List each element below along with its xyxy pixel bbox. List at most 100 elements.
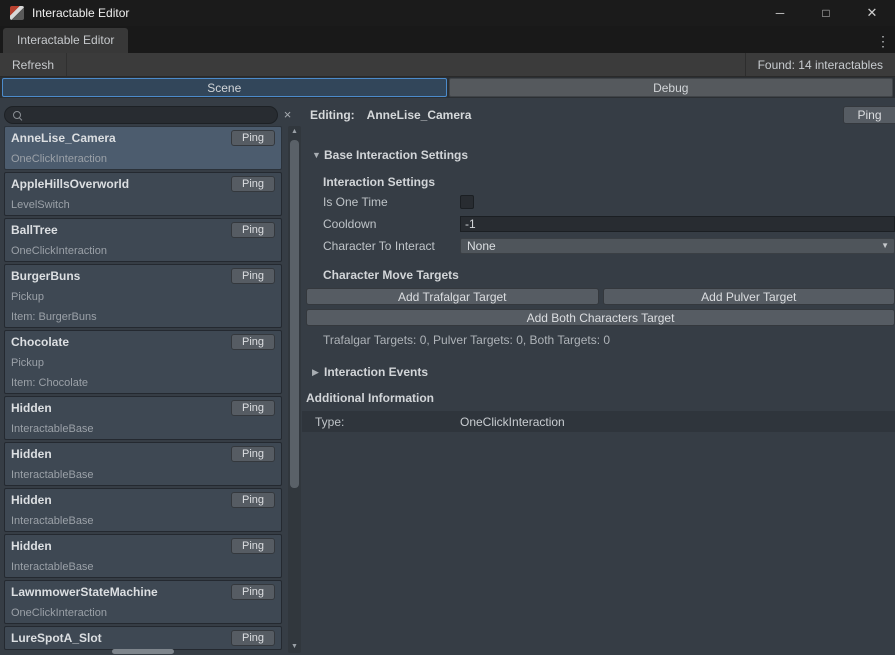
both-target-button-row: Add Both Characters Target	[306, 309, 895, 326]
list-item[interactable]: AppleHillsOverworld Ping LevelSwitch	[4, 172, 282, 216]
item-lines: InteractableBase	[5, 465, 281, 485]
tab-debug[interactable]: Debug	[449, 78, 894, 97]
editing-label: Editing:	[310, 108, 355, 122]
item-header: Chocolate Ping	[5, 331, 281, 353]
item-ping-button[interactable]: Ping	[231, 538, 275, 554]
horizontal-scrollbar-thumb[interactable]	[112, 649, 174, 654]
base-settings-section: Interaction Settings Is One Time Cooldow…	[323, 175, 895, 282]
add-both-characters-target-button[interactable]: Add Both Characters Target	[306, 309, 895, 326]
item-ping-button[interactable]: Ping	[231, 630, 275, 646]
item-subtitle: Item: BurgerBuns	[5, 307, 281, 327]
vertical-scrollbar-thumb[interactable]	[290, 140, 299, 488]
cooldown-label: Cooldown	[323, 217, 460, 231]
item-lines: LevelSwitch	[5, 195, 281, 215]
search-field[interactable]	[4, 106, 278, 124]
item-name: BallTree	[11, 223, 231, 237]
item-ping-button[interactable]: Ping	[231, 334, 275, 350]
vertical-scrollbar[interactable]: ▲ ▼	[288, 126, 301, 653]
type-value: OneClickInteraction	[460, 415, 565, 429]
list-item[interactable]: BurgerBuns Ping PickupItem: BurgerBuns	[4, 264, 282, 328]
title-bar: Interactable Editor ─ □ ✕	[0, 0, 895, 26]
interactable-list: AnneLise_Camera Ping OneClickInteraction…	[4, 126, 282, 655]
item-name: LureSpotA_Slot	[11, 631, 231, 645]
item-name: Hidden	[11, 401, 231, 415]
character-to-interact-label: Character To Interact	[323, 239, 460, 253]
item-ping-button[interactable]: Ping	[231, 176, 275, 192]
list-item[interactable]: BallTree Ping OneClickInteraction	[4, 218, 282, 262]
item-subtitle: InteractableBase	[5, 557, 281, 577]
main-content: × AnneLise_Camera Ping OneClickInteracti…	[0, 98, 895, 655]
add-pulver-target-button[interactable]: Add Pulver Target	[603, 288, 895, 305]
base-interaction-settings-foldout[interactable]: ▼ Base Interaction Settings	[312, 148, 895, 162]
item-lines: OneClickInteraction	[5, 149, 281, 169]
interaction-events-foldout[interactable]: ▶ Interaction Events	[312, 365, 895, 379]
list-item[interactable]: Chocolate Ping PickupItem: Chocolate	[4, 330, 282, 394]
minimize-button[interactable]: ─	[757, 0, 803, 26]
maximize-button[interactable]: □	[803, 0, 849, 26]
add-trafalgar-target-button[interactable]: Add Trafalgar Target	[306, 288, 599, 305]
list-item[interactable]: LureSpotA_Slot Ping	[4, 626, 282, 650]
tab-scene[interactable]: Scene	[2, 78, 447, 97]
item-name: AnneLise_Camera	[11, 131, 231, 145]
item-header: Hidden Ping	[5, 535, 281, 557]
tab-interactable-editor[interactable]: Interactable Editor	[3, 28, 128, 53]
item-name: Hidden	[11, 493, 231, 507]
inspector-panel: Editing: AnneLise_Camera Ping ▼ Base Int…	[302, 98, 895, 655]
editing-header: Editing: AnneLise_Camera Ping	[310, 106, 895, 124]
list-item[interactable]: Hidden Ping InteractableBase	[4, 488, 282, 532]
scene-list-panel: × AnneLise_Camera Ping OneClickInteracti…	[0, 98, 302, 655]
item-header: AnneLise_Camera Ping	[5, 127, 281, 149]
additional-information-header: Additional Information	[306, 391, 895, 405]
list-item[interactable]: Hidden Ping InteractableBase	[4, 534, 282, 578]
close-button[interactable]: ✕	[849, 0, 895, 26]
events-foldout-title: Interaction Events	[324, 365, 428, 379]
item-lines: InteractableBase	[5, 557, 281, 577]
item-subtitle: InteractableBase	[5, 419, 281, 439]
search-icon	[13, 111, 22, 120]
item-header: Hidden Ping	[5, 397, 281, 419]
scroll-up-icon[interactable]: ▲	[288, 126, 301, 138]
is-one-time-label: Is One Time	[323, 195, 460, 209]
list-item[interactable]: LawnmowerStateMachine Ping OneClickInter…	[4, 580, 282, 624]
list-item[interactable]: Hidden Ping InteractableBase	[4, 442, 282, 486]
dropdown-selected-value: None	[467, 239, 496, 253]
type-row: Type: OneClickInteraction	[302, 411, 895, 432]
item-subtitle: OneClickInteraction	[5, 149, 281, 169]
list-item[interactable]: Hidden Ping InteractableBase	[4, 396, 282, 440]
item-subtitle: LevelSwitch	[5, 195, 281, 215]
search-clear-button[interactable]: ×	[280, 106, 295, 124]
cooldown-row: Cooldown	[323, 215, 895, 233]
scroll-down-icon[interactable]: ▼	[288, 641, 301, 653]
character-to-interact-dropdown[interactable]: None ▼	[460, 238, 895, 254]
item-subtitle: Pickup	[5, 353, 281, 373]
item-ping-button[interactable]: Ping	[231, 492, 275, 508]
item-name: BurgerBuns	[11, 269, 231, 283]
item-header: BallTree Ping	[5, 219, 281, 241]
is-one-time-checkbox[interactable]	[460, 195, 474, 209]
item-subtitle: OneClickInteraction	[5, 241, 281, 261]
item-ping-button[interactable]: Ping	[231, 584, 275, 600]
item-subtitle: Pickup	[5, 287, 281, 307]
base-foldout-title: Base Interaction Settings	[324, 148, 468, 162]
cooldown-input[interactable]	[460, 216, 895, 232]
window-icon	[10, 6, 24, 20]
search-input[interactable]	[27, 108, 269, 122]
item-ping-button[interactable]: Ping	[231, 130, 275, 146]
item-lines: OneClickInteraction	[5, 603, 281, 623]
refresh-button[interactable]: Refresh	[0, 53, 67, 76]
foldout-closed-icon: ▶	[312, 367, 324, 378]
item-ping-button[interactable]: Ping	[231, 268, 275, 284]
found-count-label: Found: 14 interactables	[746, 58, 895, 72]
item-ping-button[interactable]: Ping	[231, 222, 275, 238]
item-header: LawnmowerStateMachine Ping	[5, 581, 281, 603]
item-name: AppleHillsOverworld	[11, 177, 231, 191]
item-ping-button[interactable]: Ping	[231, 400, 275, 416]
kebab-menu-icon[interactable]: ⋮	[875, 32, 891, 50]
editing-ping-button[interactable]: Ping	[843, 106, 895, 124]
list-item[interactable]: AnneLise_Camera Ping OneClickInteraction	[4, 126, 282, 170]
item-lines: OneClickInteraction	[5, 241, 281, 261]
dock-tab-strip: Interactable Editor ⋮	[0, 26, 895, 53]
item-name: Hidden	[11, 539, 231, 553]
interaction-settings-header: Interaction Settings	[323, 175, 895, 189]
item-ping-button[interactable]: Ping	[231, 446, 275, 462]
